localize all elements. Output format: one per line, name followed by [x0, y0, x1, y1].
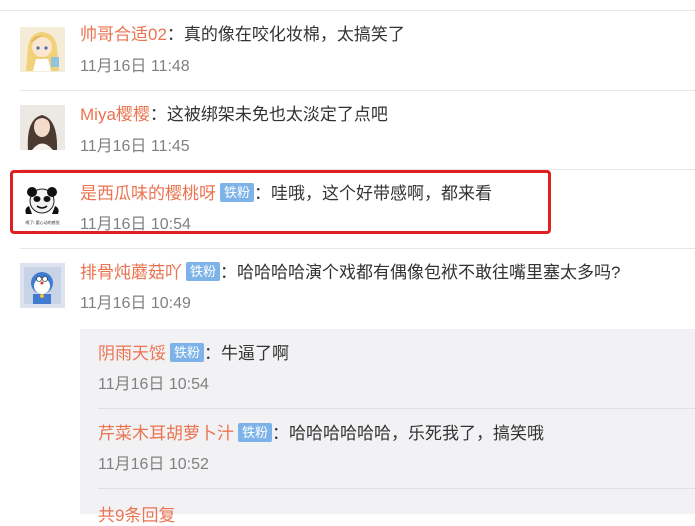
- reply-item: 阴雨天馁 铁粉 ：牛逼了啊 11月16日 10:54: [98, 329, 695, 409]
- colon: ：: [220, 263, 238, 282]
- fan-badge[interactable]: 铁粉: [170, 343, 205, 362]
- comment-time: 11月16日 11:48: [80, 58, 190, 75]
- username-link[interactable]: 排骨炖蘑菇吖: [80, 263, 182, 282]
- replies-panel: 阴雨天馁 铁粉 ：牛逼了啊 11月16日 10:54 芹菜木耳胡萝卜汁 铁粉 ：哈哈哈哈…: [80, 329, 695, 525]
- colon: ：: [149, 105, 167, 124]
- reply-item: 芹菜木耳胡萝卜汁 铁粉 ：哈哈哈哈哈哈，乐死我了，搞笑哦 11月16日 10:52: [98, 409, 695, 489]
- fan-badge[interactable]: 铁粉: [238, 423, 273, 442]
- highlight-box: [10, 170, 551, 234]
- comment-time: 11月16日 11:45: [80, 138, 190, 155]
- reply-text: 哈哈哈哈哈哈，乐死我了，搞笑哦: [289, 424, 545, 443]
- comment-line: Miya樱樱：这被绑架未免也太淡定了点吧: [80, 103, 388, 127]
- comment-text: 这被绑架未免也太淡定了点吧: [166, 105, 388, 124]
- comment-item: Miya樱樱：这被绑架未免也太淡定了点吧 11月16日 11:45: [0, 91, 695, 170]
- comment-time: 11月16日 10:49: [80, 295, 191, 312]
- avatar[interactable]: [20, 27, 65, 72]
- avatar[interactable]: [20, 105, 65, 150]
- avatar[interactable]: [20, 263, 65, 308]
- username-link[interactable]: 帅哥合适02: [80, 25, 167, 44]
- fan-badge[interactable]: 铁粉: [186, 262, 221, 281]
- username-link[interactable]: Miya樱樱: [80, 105, 150, 124]
- comment-line: 帅哥合适02：真的像在咬化妆棉，太搞笑了: [80, 23, 405, 47]
- reply-line: 芹菜木耳胡萝卜汁 铁粉 ：哈哈哈哈哈哈，乐死我了，搞笑哦: [98, 422, 544, 446]
- comment-text: 哈哈哈哈演个戏都有偶像包袱不敢往嘴里塞太多吗?: [237, 263, 621, 282]
- username-link[interactable]: 芹菜木耳胡萝卜汁: [98, 424, 234, 443]
- username-link[interactable]: 阴雨天馁: [98, 344, 166, 363]
- comment-text: 真的像在咬化妆棉，太搞笑了: [183, 25, 405, 44]
- colon: ：: [166, 25, 184, 44]
- comment-item: 帅哥合适02：真的像在咬化妆棉，太搞笑了 11月16日 11:48: [0, 11, 695, 91]
- colon: ：: [272, 424, 290, 443]
- reply-time: 11月16日 10:54: [98, 376, 209, 393]
- reply-time: 11月16日 10:52: [98, 456, 209, 473]
- comment-item: 排骨炖蘑菇吖 铁粉 ：哈哈哈哈演个戏都有偶像包袱不敢往嘴里塞太多吗? 11月16日 …: [0, 249, 695, 329]
- reply-line: 阴雨天馁 铁粉 ：牛逼了啊: [98, 342, 289, 366]
- colon: ：: [204, 344, 222, 363]
- comment-line: 排骨炖蘑菇吖 铁粉 ：哈哈哈哈演个戏都有偶像包袱不敢往嘴里塞太多吗?: [80, 261, 620, 285]
- reply-text: 牛逼了啊: [221, 344, 290, 363]
